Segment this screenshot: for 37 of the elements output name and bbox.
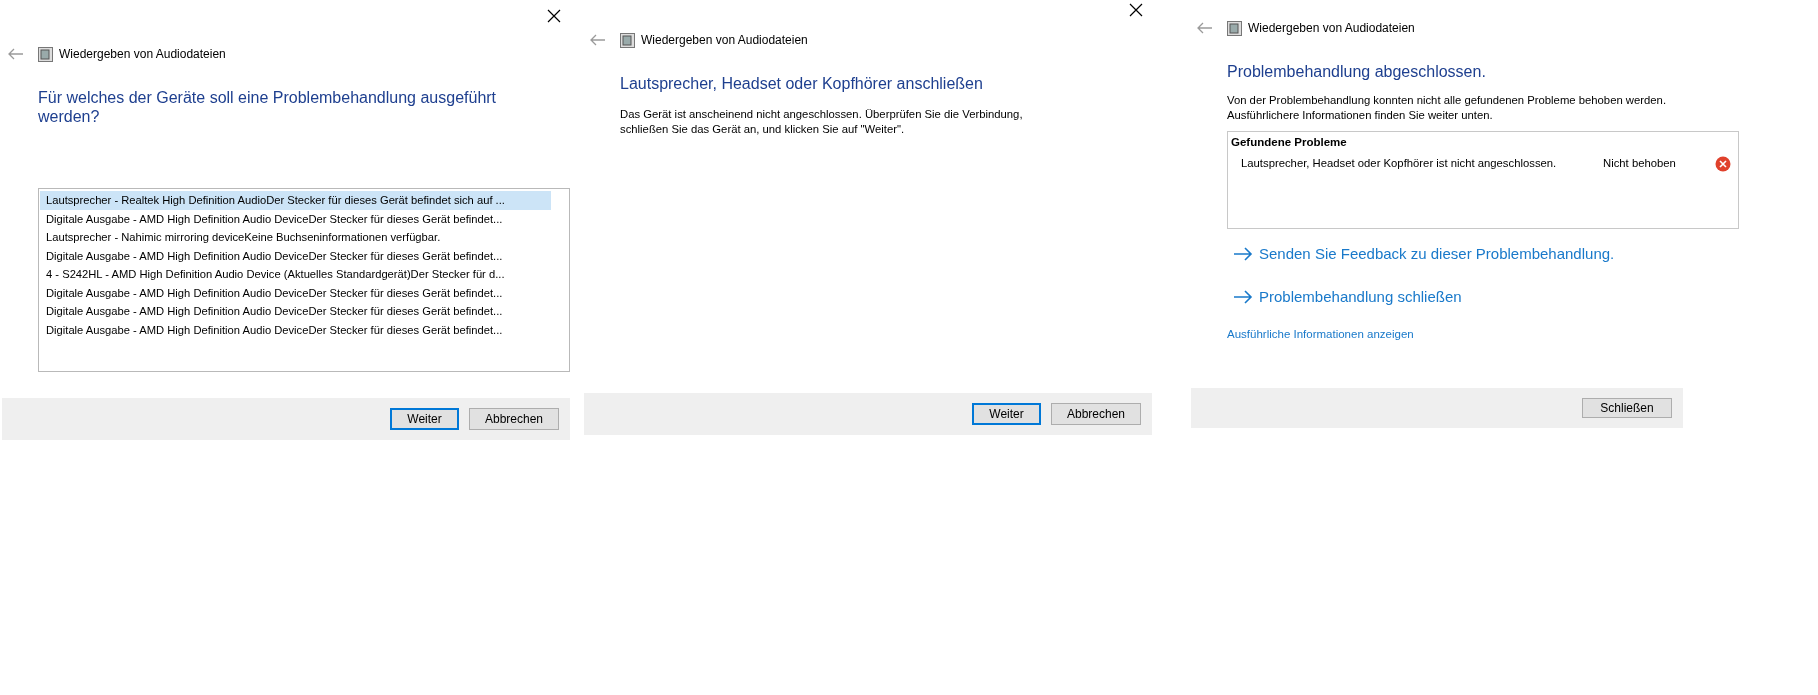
- close-icon[interactable]: [546, 8, 562, 24]
- details-link[interactable]: Ausführliche Informationen anzeigen: [1227, 326, 1414, 344]
- action-link[interactable]: Problembehandlung schließen: [1233, 285, 1462, 309]
- dialog-button[interactable]: Abbrechen: [1051, 403, 1141, 425]
- device-list-item[interactable]: Digitale Ausgabe - AMD High Definition Audio DeviceDer Stecker für dieses Gerät befindet...: [40, 320, 551, 340]
- device-list-item[interactable]: Digitale Ausgabe - AMD High Definition Audio DeviceDer Stecker für dieses Gerät befindet...: [40, 302, 551, 321]
- dialog-heading: Für welches der Geräte soll eine Problembehandlung ausgeführt werden?: [38, 88, 498, 127]
- default-button[interactable]: Weiter: [972, 403, 1041, 425]
- device-list-item[interactable]: Digitale Ausgabe - AMD High Definition Audio DeviceDer Stecker für dieses Gerät befindet...: [40, 209, 551, 229]
- message-text: Das Gerät ist anscheinend nicht angeschlossen. Überprüfen Sie die Verbindung, schließen Sie das Gerät an, und klicken Sie auf "Weiter".: [620, 107, 1024, 138]
- back-arrow-icon[interactable]: [8, 48, 24, 60]
- problem-status: Nicht behoben: [1603, 156, 1677, 172]
- window-title: Wiedergeben von Audiodateien: [641, 32, 808, 49]
- action-link[interactable]: Senden Sie Feedback zu dieser Problembehandlung.: [1233, 243, 1615, 266]
- window-title: Wiedergeben von Audiodateien: [1248, 20, 1415, 37]
- device-list-item[interactable]: Lautsprecher - Nahimic mirroring deviceKeine Buchseninformationen verfügbar.: [40, 228, 551, 247]
- problem-description: Lautsprecher, Headset oder Kopfhörer ist nicht angeschlossen.: [1241, 156, 1558, 172]
- close-icon[interactable]: [1128, 2, 1144, 18]
- result-text: Von der Problembehandlung konnten nicht alle gefundenen Probleme behoben werden. Ausführlichere Informationen finden Sie weiter unten.: [1227, 93, 1668, 124]
- dialog-button[interactable]: Schließen: [1582, 398, 1672, 418]
- arrow-icon: [1233, 289, 1253, 304]
- device-list-item[interactable]: Digitale Ausgabe - AMD High Definition Audio DeviceDer Stecker für dieses Gerät befindet...: [40, 246, 551, 266]
- app-icon: [620, 32, 635, 48]
- app-icon: [1227, 20, 1242, 36]
- arrow-icon: [1233, 247, 1253, 262]
- device-list-item[interactable]: Digitale Ausgabe - AMD High Definition Audio DeviceDer Stecker für dieses Gerät befindet...: [40, 283, 551, 303]
- problems-title: Gefundene Probleme: [1231, 135, 1348, 151]
- dialog-heading: Problembehandlung abgeschlossen.: [1227, 62, 1487, 82]
- dialog-heading: Lautsprecher, Headset oder Kopfhörer anschließen: [620, 74, 984, 94]
- back-arrow-icon[interactable]: [1197, 22, 1213, 34]
- app-icon: [38, 46, 53, 62]
- dialog-button[interactable]: Abbrechen: [469, 408, 559, 430]
- back-arrow-icon[interactable]: [590, 34, 606, 46]
- window-title: Wiedergeben von Audiodateien: [59, 46, 226, 63]
- device-list-item[interactable]: Lautsprecher - Realtek High Definition AudioDer Stecker für dieses Gerät befindet sich auf ...: [40, 191, 551, 210]
- device-list-item[interactable]: 4 - S242HL - AMD High Definition Audio Device (Aktuelles Standardgerät)Der Stecker für d...: [40, 265, 551, 284]
- default-button[interactable]: Weiter: [390, 408, 459, 430]
